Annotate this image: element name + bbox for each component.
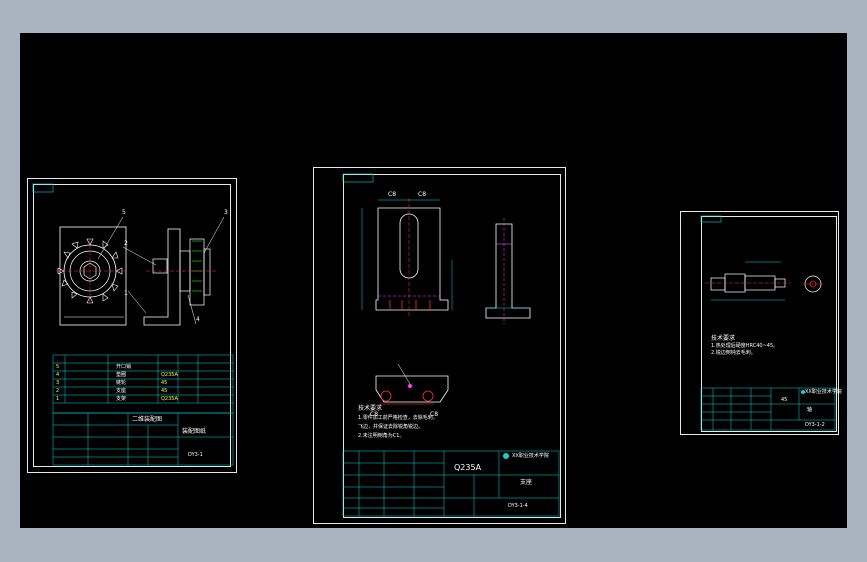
drawing-sheet-assembly[interactable]: 5 2 3 1 4 5 开口销 4 垫圈 Q235A 3 链轮 45 2 支座 … — [27, 178, 237, 473]
bom-no: 1 — [56, 396, 60, 402]
bom-name: 开口销 — [116, 364, 132, 370]
balloon-1: 1 — [124, 290, 128, 297]
part-name: 支座 — [520, 479, 533, 486]
bom-no: 5 — [56, 364, 60, 370]
tech-note-line: 1.热处理后硬度HRC40~45。 — [711, 343, 779, 349]
tech-note-line: 飞边，并保证去除锐角锐边。 — [358, 424, 424, 430]
chamfer-label-left: C8 — [388, 191, 397, 198]
part-name: 轴 — [807, 407, 813, 413]
balloon-3: 3 — [224, 209, 228, 216]
shaft-geometry — [700, 215, 836, 431]
bom-name: 支座 — [116, 388, 127, 394]
bom-name: 垫圈 — [116, 372, 127, 378]
drawing-number: DY3-1 — [188, 452, 203, 458]
bom-mat: 45 — [161, 388, 168, 394]
tech-note-line: 2.锐边倒钝去毛刺。 — [711, 350, 756, 356]
assembly-geometry — [32, 183, 234, 466]
bom-name: 链轮 — [116, 380, 127, 386]
balloon-5: 5 — [122, 209, 126, 216]
bom-no: 3 — [56, 380, 60, 386]
title-block-label: 装配图纸 — [182, 428, 207, 435]
drawing-number: DY3-1-2 — [805, 422, 825, 428]
bom-no: 4 — [56, 372, 60, 378]
cad-modelspace-viewport[interactable]: 5 2 3 1 4 5 开口销 4 垫圈 Q235A 3 链轮 45 2 支座 … — [20, 33, 847, 528]
bom-mat: Q235A — [161, 372, 178, 378]
tech-note-line: 2.未注明倒角为C1。 — [358, 433, 405, 439]
drawing-sheet-part-shaft[interactable]: 技术要求 1.热处理后硬度HRC40~45。 2.锐边倒钝去毛刺。 45 XX职… — [680, 211, 842, 435]
material-label: Q235A — [454, 463, 482, 472]
tech-notes-title: 技术要求 — [711, 335, 736, 342]
balloon-2: 2 — [124, 240, 128, 247]
bom-name: 支架 — [116, 396, 127, 402]
tech-notes-title: 技术要求 — [358, 405, 383, 412]
material-label: 45 — [781, 397, 788, 403]
part-geometry — [342, 173, 560, 517]
drawing-number: DY3-1-4 — [508, 503, 528, 509]
bom-mat: Q235A — [161, 396, 178, 402]
tech-note-line: 1.零件加工前严格检查，去除毛刺， — [358, 415, 438, 421]
school-name: XX职业技术学院 — [805, 389, 842, 395]
balloon-4: 4 — [196, 316, 200, 323]
part-name: 二维装配图 — [132, 416, 163, 423]
chamfer-label-right: C8 — [418, 191, 427, 198]
school-name: XX职业技术学院 — [512, 453, 549, 459]
drawing-sheet-part-support[interactable]: C8 C8 C8 C8 技术要求 1.零件加工前严格检查，去除毛刺， 飞边，并保… — [313, 167, 566, 524]
bom-no: 2 — [56, 388, 60, 394]
bom-mat: 45 — [161, 380, 168, 386]
